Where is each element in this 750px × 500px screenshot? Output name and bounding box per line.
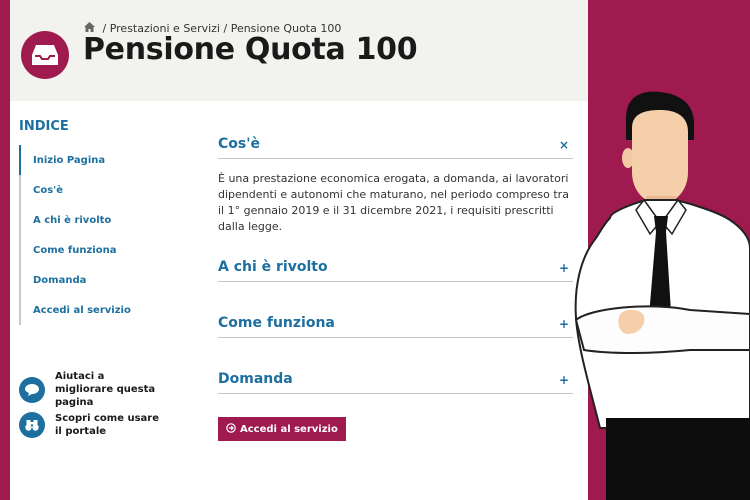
- index-item-cose[interactable]: Cos'è: [19, 175, 169, 205]
- accordion-come-funziona-title: Come funziona: [218, 315, 335, 331]
- index-title: INDICE: [19, 119, 69, 134]
- accordion-domanda-title: Domanda: [218, 371, 293, 387]
- index-item-domanda[interactable]: Domanda: [19, 265, 169, 295]
- index-item-come-funziona[interactable]: Come funziona: [19, 235, 169, 265]
- index-item-a-chi-e-rivolto[interactable]: A chi è rivolto: [19, 205, 169, 235]
- help-link-portal-guide-label: Scopri come usare il portale: [55, 413, 160, 437]
- accedi-al-servizio-button[interactable]: Accedi al servizio: [218, 417, 346, 441]
- accordion-a-chi-e-rivolto[interactable]: A chi è rivolto +: [218, 257, 573, 282]
- index-nav: Inizio Pagina Cos'è A chi è rivolto Come…: [19, 145, 169, 325]
- accordion-domanda[interactable]: Domanda +: [218, 369, 573, 394]
- plus-icon[interactable]: +: [559, 261, 569, 275]
- index-item-accedi-al-servizio[interactable]: Accedi al servizio: [19, 295, 169, 325]
- chat-bubble-icon: [19, 376, 45, 403]
- accordion-cose-title: Cos'è: [218, 136, 261, 152]
- page-header: / Prestazioni e Servizi / Pensione Quota…: [10, 0, 588, 101]
- accedi-al-servizio-label: Accedi al servizio: [240, 423, 338, 435]
- inbox-tray-icon: [21, 31, 69, 79]
- accordion-cose[interactable]: Cos'è ×: [218, 134, 573, 159]
- page-panel: / Prestazioni e Servizi / Pensione Quota…: [10, 0, 588, 500]
- arrow-circle-icon: [226, 422, 236, 436]
- businessman-illustration: [574, 91, 750, 500]
- help-link-feedback[interactable]: Aiutaci a migliorare questa pagina: [19, 370, 169, 409]
- plus-icon[interactable]: +: [559, 317, 569, 331]
- accordion-a-chi-e-rivolto-title: A chi è rivolto: [218, 259, 328, 275]
- close-icon[interactable]: ×: [559, 138, 569, 152]
- plus-icon[interactable]: +: [559, 373, 569, 387]
- accordion-cose-content: È una prestazione economica erogata, a d…: [218, 172, 569, 233]
- accordion-come-funziona[interactable]: Come funziona +: [218, 313, 573, 338]
- index-item-inizio-pagina[interactable]: Inizio Pagina: [19, 145, 169, 175]
- page-title: Pensione Quota 100: [83, 32, 418, 67]
- help-link-feedback-label: Aiutaci a migliorare questa pagina: [55, 371, 156, 408]
- binoculars-icon: [19, 412, 45, 438]
- help-link-portal-guide[interactable]: Scopri come usare il portale: [19, 412, 169, 438]
